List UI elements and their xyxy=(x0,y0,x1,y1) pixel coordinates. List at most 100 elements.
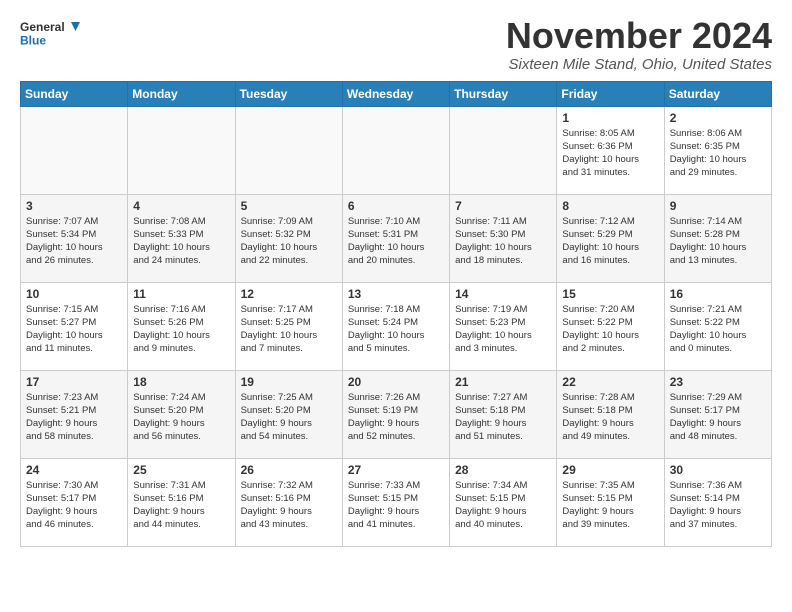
day-info: Sunrise: 7:34 AM Sunset: 5:15 PM Dayligh… xyxy=(455,479,551,532)
day-info: Sunrise: 7:23 AM Sunset: 5:21 PM Dayligh… xyxy=(26,391,122,444)
calendar-day-cell: 1Sunrise: 8:05 AM Sunset: 6:36 PM Daylig… xyxy=(557,106,664,194)
day-number: 6 xyxy=(348,199,444,213)
day-number: 25 xyxy=(133,463,229,477)
calendar-week-row: 3 Sunrise: 7:07 AM Sunset: 5:34 PM Daylig… xyxy=(21,194,772,282)
day-info: Sunrise: 7:12 AM Sunset: 5:29 PM Dayligh… xyxy=(562,215,658,268)
calendar-day-cell xyxy=(128,106,235,194)
col-header-thursday: Thursday xyxy=(450,81,557,106)
calendar-day-cell xyxy=(21,106,128,194)
calendar-day-cell: 21 Sunrise: 7:27 AM Sunset: 5:18 PM Dayli… xyxy=(450,370,557,458)
calendar-day-cell: 16Sunrise: 7:21 AM Sunset: 5:22 PM Dayli… xyxy=(664,282,771,370)
day-info: Sunrise: 7:35 AM Sunset: 5:15 PM Dayligh… xyxy=(562,479,658,532)
day-info: Sunrise: 7:32 AM Sunset: 5:16 PM Dayligh… xyxy=(241,479,337,532)
calendar-day-cell: 29 Sunrise: 7:35 AM Sunset: 5:15 PM Dayli… xyxy=(557,458,664,546)
calendar-day-cell: 14 Sunrise: 7:19 AM Sunset: 5:23 PM Dayli… xyxy=(450,282,557,370)
calendar-day-cell: 30 Sunrise: 7:36 AM Sunset: 5:14 PM Dayli… xyxy=(664,458,771,546)
day-number: 14 xyxy=(455,287,551,301)
page: General Blue November 2024 Sixteen Mile … xyxy=(0,0,792,559)
calendar-day-cell: 25 Sunrise: 7:31 AM Sunset: 5:16 PM Dayli… xyxy=(128,458,235,546)
day-number: 11 xyxy=(133,287,229,301)
col-header-tuesday: Tuesday xyxy=(235,81,342,106)
calendar-day-cell: 5 Sunrise: 7:09 AM Sunset: 5:32 PM Daylig… xyxy=(235,194,342,282)
day-number: 30 xyxy=(670,463,766,477)
calendar-day-cell: 4 Sunrise: 7:08 AM Sunset: 5:33 PM Daylig… xyxy=(128,194,235,282)
day-number: 29 xyxy=(562,463,658,477)
day-info: Sunrise: 7:36 AM Sunset: 5:14 PM Dayligh… xyxy=(670,479,766,532)
day-info: Sunrise: 7:33 AM Sunset: 5:15 PM Dayligh… xyxy=(348,479,444,532)
day-number: 24 xyxy=(26,463,122,477)
month-title: November 2024 xyxy=(506,16,772,56)
svg-text:General: General xyxy=(20,20,65,34)
day-number: 9 xyxy=(670,199,766,213)
calendar-day-cell: 10 Sunrise: 7:15 AM Sunset: 5:27 PM Dayli… xyxy=(21,282,128,370)
calendar-day-cell xyxy=(450,106,557,194)
day-number: 27 xyxy=(348,463,444,477)
day-info: Sunrise: 7:25 AM Sunset: 5:20 PM Dayligh… xyxy=(241,391,337,444)
calendar-day-cell: 12Sunrise: 7:17 AM Sunset: 5:25 PM Dayli… xyxy=(235,282,342,370)
day-info: Sunrise: 7:07 AM Sunset: 5:34 PM Dayligh… xyxy=(26,215,122,268)
calendar-day-cell: 2 Sunrise: 8:06 AM Sunset: 6:35 PM Daylig… xyxy=(664,106,771,194)
day-info: Sunrise: 7:26 AM Sunset: 5:19 PM Dayligh… xyxy=(348,391,444,444)
calendar-week-row: 17 Sunrise: 7:23 AM Sunset: 5:21 PM Dayli… xyxy=(21,370,772,458)
day-number: 28 xyxy=(455,463,551,477)
calendar-day-cell: 17 Sunrise: 7:23 AM Sunset: 5:21 PM Dayli… xyxy=(21,370,128,458)
day-number: 22 xyxy=(562,375,658,389)
calendar-day-cell: 13Sunrise: 7:18 AM Sunset: 5:24 PM Dayli… xyxy=(342,282,449,370)
col-header-sunday: Sunday xyxy=(21,81,128,106)
calendar-day-cell: 28 Sunrise: 7:34 AM Sunset: 5:15 PM Dayli… xyxy=(450,458,557,546)
day-number: 17 xyxy=(26,375,122,389)
day-info: Sunrise: 7:21 AM Sunset: 5:22 PM Dayligh… xyxy=(670,303,766,356)
calendar-day-cell xyxy=(235,106,342,194)
calendar-day-cell: 20 Sunrise: 7:26 AM Sunset: 5:19 PM Dayli… xyxy=(342,370,449,458)
day-number: 7 xyxy=(455,199,551,213)
calendar-day-cell: 18Sunrise: 7:24 AM Sunset: 5:20 PM Dayli… xyxy=(128,370,235,458)
day-info: Sunrise: 7:16 AM Sunset: 5:26 PM Dayligh… xyxy=(133,303,229,356)
col-header-wednesday: Wednesday xyxy=(342,81,449,106)
calendar-week-row: 24 Sunrise: 7:30 AM Sunset: 5:17 PM Dayli… xyxy=(21,458,772,546)
day-info: Sunrise: 7:20 AM Sunset: 5:22 PM Dayligh… xyxy=(562,303,658,356)
day-info: Sunrise: 7:30 AM Sunset: 5:17 PM Dayligh… xyxy=(26,479,122,532)
calendar-day-cell: 26 Sunrise: 7:32 AM Sunset: 5:16 PM Dayli… xyxy=(235,458,342,546)
calendar-day-cell xyxy=(342,106,449,194)
day-number: 20 xyxy=(348,375,444,389)
day-info: Sunrise: 7:09 AM Sunset: 5:32 PM Dayligh… xyxy=(241,215,337,268)
day-number: 3 xyxy=(26,199,122,213)
calendar-week-row: 10 Sunrise: 7:15 AM Sunset: 5:27 PM Dayli… xyxy=(21,282,772,370)
day-info: Sunrise: 7:27 AM Sunset: 5:18 PM Dayligh… xyxy=(455,391,551,444)
day-number: 21 xyxy=(455,375,551,389)
calendar-day-cell: 8 Sunrise: 7:12 AM Sunset: 5:29 PM Daylig… xyxy=(557,194,664,282)
day-info: Sunrise: 7:29 AM Sunset: 5:17 PM Dayligh… xyxy=(670,391,766,444)
day-number: 12 xyxy=(241,287,337,301)
calendar-day-cell: 22Sunrise: 7:28 AM Sunset: 5:18 PM Dayli… xyxy=(557,370,664,458)
day-info: Sunrise: 7:18 AM Sunset: 5:24 PM Dayligh… xyxy=(348,303,444,356)
day-number: 8 xyxy=(562,199,658,213)
day-number: 15 xyxy=(562,287,658,301)
day-info: Sunrise: 7:08 AM Sunset: 5:33 PM Dayligh… xyxy=(133,215,229,268)
title-block: November 2024 Sixteen Mile Stand, Ohio, … xyxy=(506,16,772,73)
day-info: Sunrise: 7:31 AM Sunset: 5:16 PM Dayligh… xyxy=(133,479,229,532)
calendar-day-cell: 15 Sunrise: 7:20 AM Sunset: 5:22 PM Dayli… xyxy=(557,282,664,370)
calendar-day-cell: 6Sunrise: 7:10 AM Sunset: 5:31 PM Daylig… xyxy=(342,194,449,282)
day-number: 26 xyxy=(241,463,337,477)
header: General Blue November 2024 Sixteen Mile … xyxy=(20,16,772,73)
calendar-day-cell: 9 Sunrise: 7:14 AM Sunset: 5:28 PM Daylig… xyxy=(664,194,771,282)
day-number: 4 xyxy=(133,199,229,213)
calendar-day-cell: 23 Sunrise: 7:29 AM Sunset: 5:17 PM Dayli… xyxy=(664,370,771,458)
day-number: 5 xyxy=(241,199,337,213)
logo: General Blue xyxy=(20,16,80,52)
day-info: Sunrise: 7:15 AM Sunset: 5:27 PM Dayligh… xyxy=(26,303,122,356)
svg-text:Blue: Blue xyxy=(20,34,46,48)
day-number: 23 xyxy=(670,375,766,389)
day-number: 10 xyxy=(26,287,122,301)
calendar: SundayMondayTuesdayWednesdayThursdayFrid… xyxy=(20,81,772,547)
calendar-day-cell: 7Sunrise: 7:11 AM Sunset: 5:30 PM Daylig… xyxy=(450,194,557,282)
day-number: 2 xyxy=(670,111,766,125)
col-header-saturday: Saturday xyxy=(664,81,771,106)
day-info: Sunrise: 8:05 AM Sunset: 6:36 PM Dayligh… xyxy=(562,127,658,180)
day-info: Sunrise: 8:06 AM Sunset: 6:35 PM Dayligh… xyxy=(670,127,766,180)
location: Sixteen Mile Stand, Ohio, United States xyxy=(506,56,772,73)
day-info: Sunrise: 7:19 AM Sunset: 5:23 PM Dayligh… xyxy=(455,303,551,356)
col-header-monday: Monday xyxy=(128,81,235,106)
calendar-day-cell: 11 Sunrise: 7:16 AM Sunset: 5:26 PM Dayli… xyxy=(128,282,235,370)
day-info: Sunrise: 7:14 AM Sunset: 5:28 PM Dayligh… xyxy=(670,215,766,268)
